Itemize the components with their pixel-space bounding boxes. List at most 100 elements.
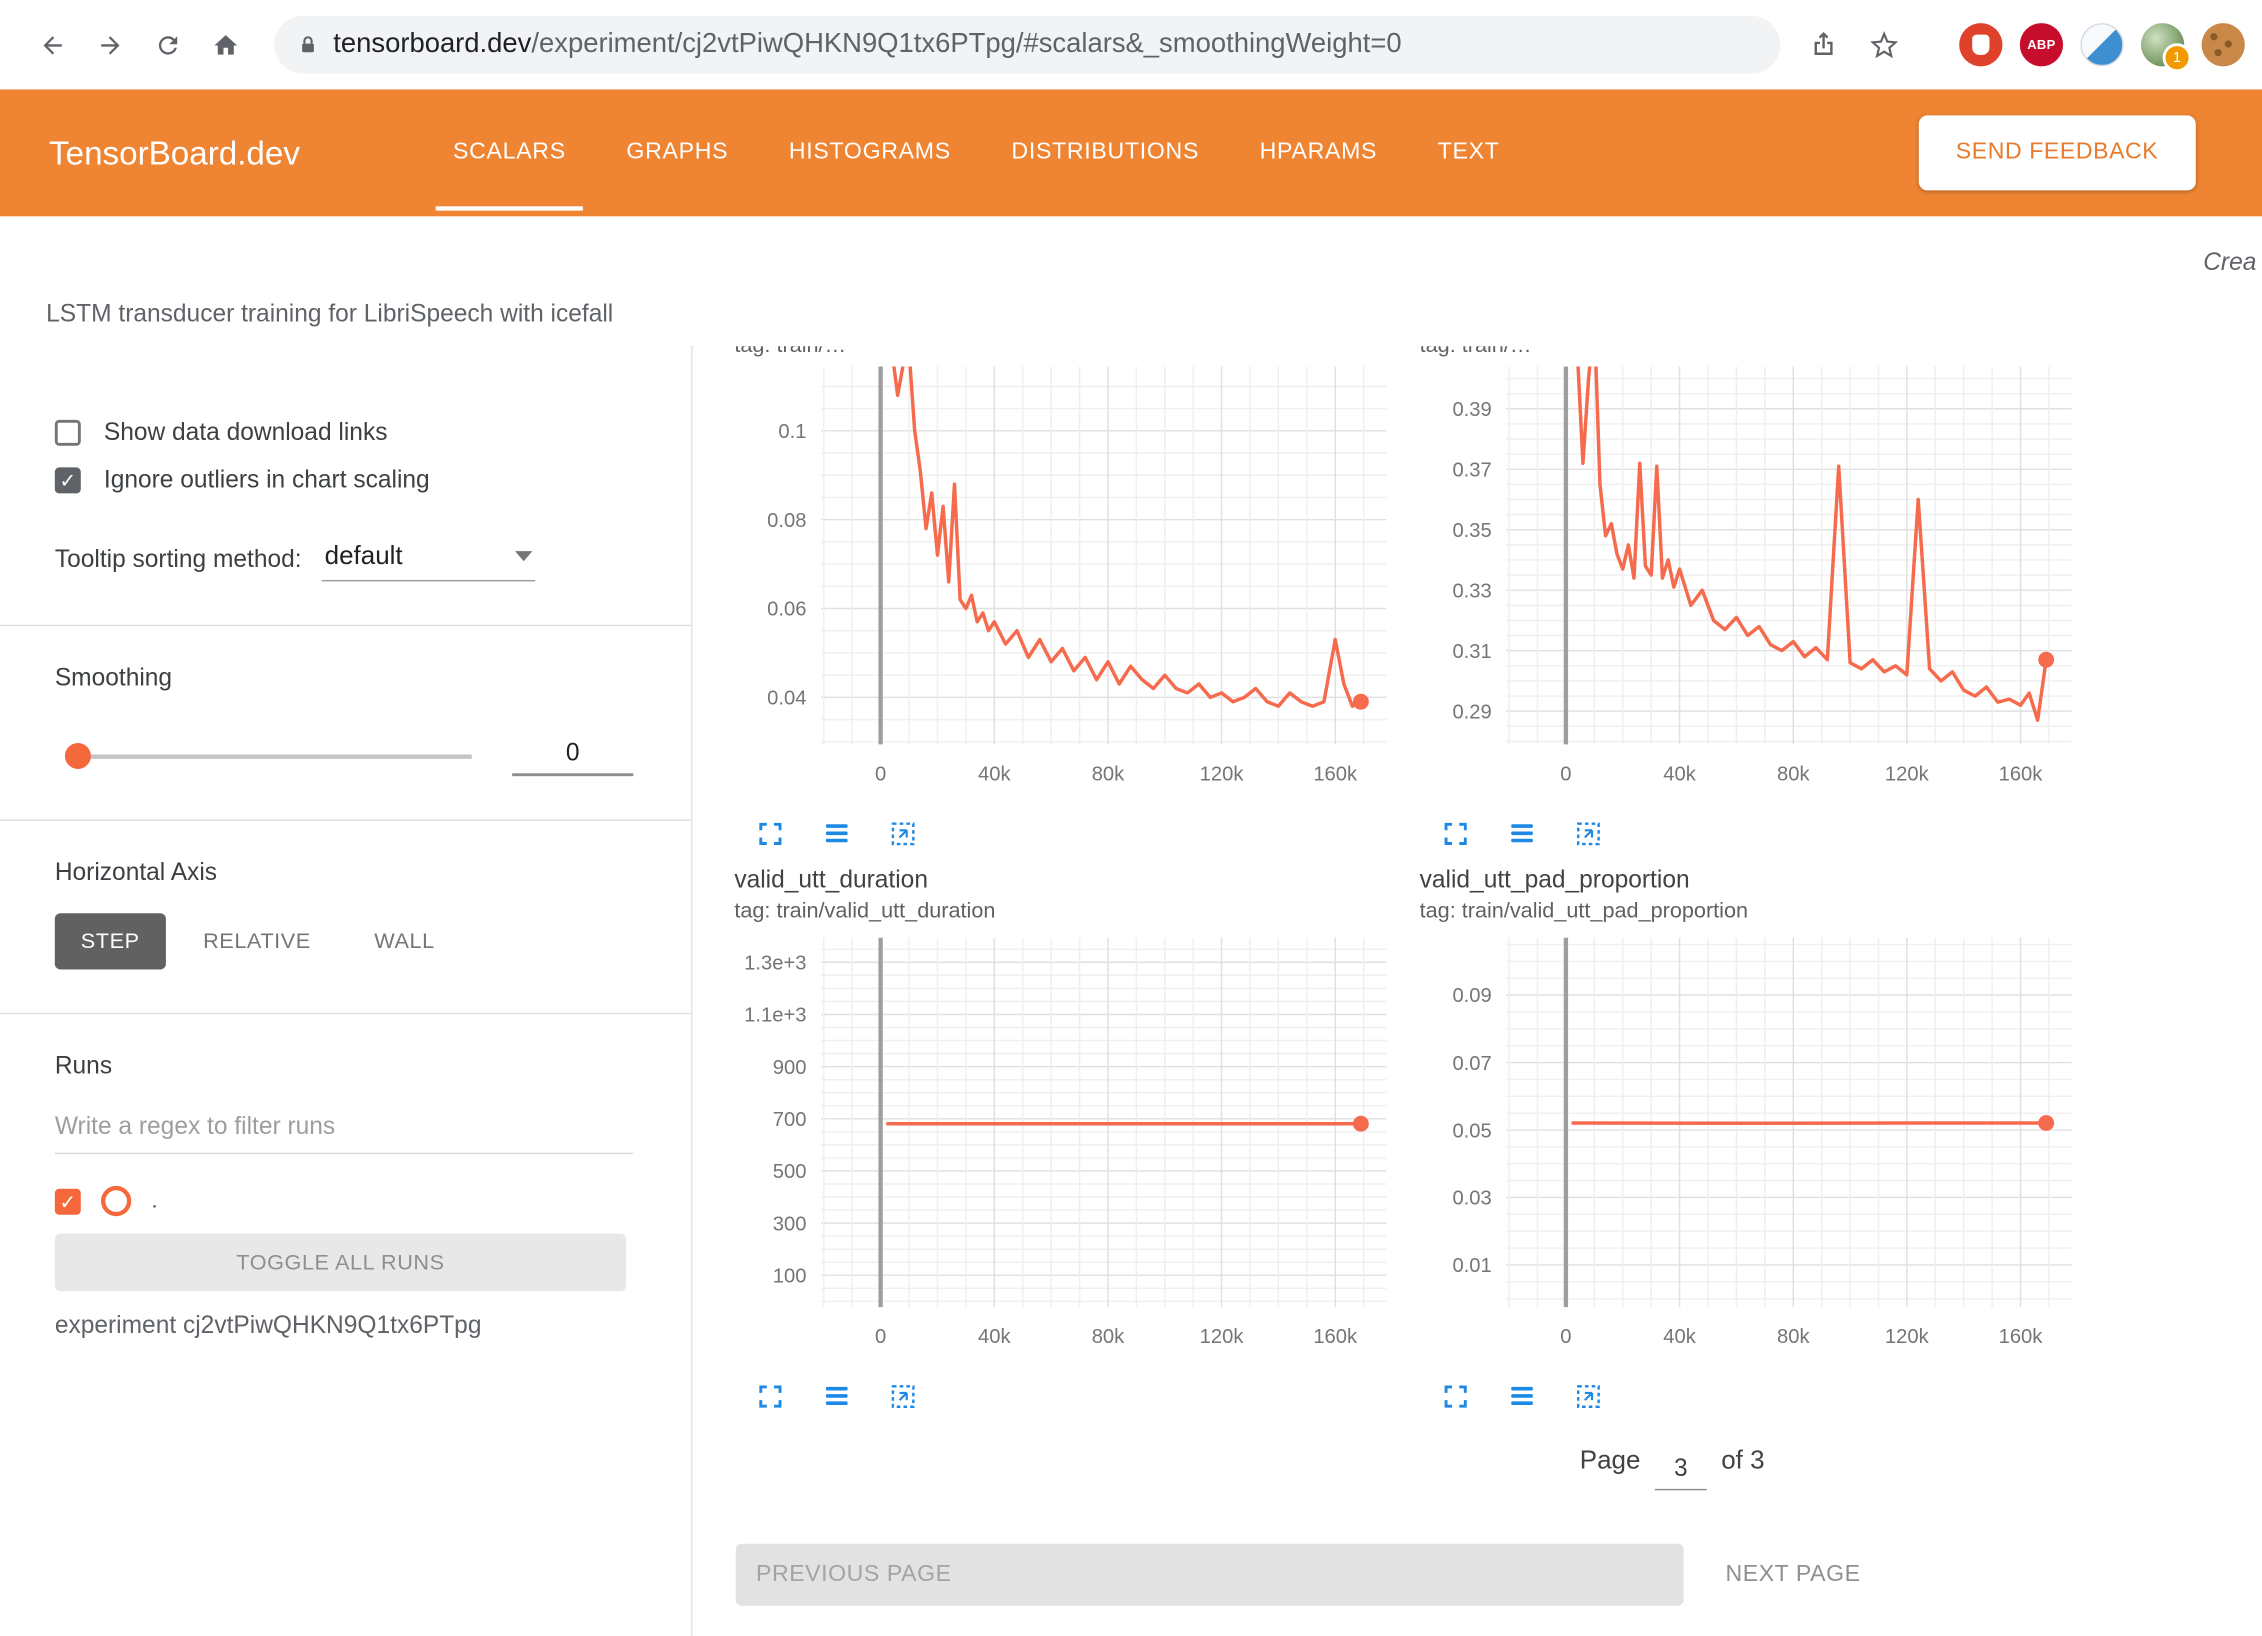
chart-actions bbox=[1437, 1378, 2089, 1416]
svg-text:40k: 40k bbox=[978, 764, 1011, 786]
smoothing-value-input[interactable] bbox=[512, 736, 633, 776]
smoothing-slider-thumb[interactable] bbox=[65, 742, 91, 768]
clipped-tag: tag: train/… bbox=[734, 346, 1403, 366]
fit-domain-icon[interactable] bbox=[884, 815, 922, 853]
axis-step-button[interactable]: STEP bbox=[55, 913, 166, 969]
horizontal-axis-buttons: STEP RELATIVE WALL bbox=[55, 913, 634, 969]
smoothing-slider[interactable] bbox=[69, 754, 472, 758]
svg-text:0.06: 0.06 bbox=[767, 599, 806, 621]
chart-title: valid_utt_pad_proportion bbox=[1420, 866, 2089, 895]
scalar-card-valid-utt-duration: valid_utt_duration tag: train/valid_utt_… bbox=[717, 866, 1404, 1416]
reload-icon[interactable] bbox=[138, 16, 196, 74]
tab-text[interactable]: TEXT bbox=[1418, 126, 1520, 181]
tab-hparams[interactable]: HPARAMS bbox=[1239, 126, 1397, 181]
browser-toolbar: tensorboard.dev/experiment/cj2vtPiwQHKN9… bbox=[0, 0, 2262, 89]
run-checkbox[interactable]: ✓ bbox=[55, 1188, 81, 1214]
screen: tensorboard.dev/experiment/cj2vtPiwQHKN9… bbox=[0, 0, 2262, 1636]
data-table-icon[interactable] bbox=[818, 815, 856, 853]
home-icon[interactable] bbox=[196, 16, 254, 74]
pagination: Page 3 of 3 bbox=[1580, 1446, 1765, 1484]
run-row: ✓ . bbox=[55, 1186, 634, 1216]
svg-text:80k: 80k bbox=[1777, 1326, 1810, 1348]
svg-text:160k: 160k bbox=[1313, 1326, 1358, 1348]
scalar-chart-4[interactable]: 0.010.030.050.070.09040k80k120k160k bbox=[1402, 929, 2080, 1356]
svg-text:0.01: 0.01 bbox=[1452, 1255, 1491, 1277]
cookie-extension-icon[interactable] bbox=[2202, 23, 2245, 66]
page-of-label: of 3 bbox=[1721, 1446, 1764, 1476]
svg-text:40k: 40k bbox=[1663, 1326, 1696, 1348]
url-text: tensorboard.dev/experiment/cj2vtPiwQHKN9… bbox=[333, 29, 1401, 61]
lock-icon bbox=[297, 34, 319, 56]
divider bbox=[0, 625, 691, 626]
scalar-card-1: tag: train/… 0.040.060.080.1040k80k120k1… bbox=[717, 346, 1404, 852]
chart-tag: tag: train/valid_utt_duration bbox=[734, 899, 1403, 924]
tab-scalars[interactable]: SCALARS bbox=[433, 126, 586, 181]
expand-icon[interactable] bbox=[752, 815, 790, 853]
chart-actions bbox=[1437, 815, 2089, 853]
forward-icon[interactable] bbox=[81, 16, 139, 74]
svg-text:160k: 160k bbox=[1999, 1326, 2044, 1348]
tab-distributions[interactable]: DISTRIBUTIONS bbox=[991, 126, 1219, 181]
data-table-icon[interactable] bbox=[1503, 815, 1541, 853]
svg-text:0.39: 0.39 bbox=[1452, 399, 1491, 421]
extensions-cluster: ABP 1 bbox=[1959, 23, 2262, 66]
brand-logo[interactable]: TensorBoard.dev bbox=[49, 89, 300, 216]
scalar-card-valid-utt-pad-proportion: valid_utt_pad_proportion tag: train/vali… bbox=[1402, 866, 2089, 1416]
data-table-icon[interactable] bbox=[818, 1378, 856, 1416]
show-download-checkbox[interactable] bbox=[55, 420, 81, 446]
url-bar[interactable]: tensorboard.dev/experiment/cj2vtPiwQHKN9… bbox=[274, 16, 1780, 74]
back-icon[interactable] bbox=[23, 16, 81, 74]
expand-icon[interactable] bbox=[1437, 815, 1475, 853]
ignore-outliers-checkbox[interactable]: ✓ bbox=[55, 467, 81, 493]
svg-text:1.3e+3: 1.3e+3 bbox=[744, 952, 806, 974]
data-table-icon[interactable] bbox=[1503, 1378, 1541, 1416]
scalar-chart-3[interactable]: 1003005007009001.1e+31.3e+3040k80k120k16… bbox=[717, 929, 1395, 1356]
svg-text:0.35: 0.35 bbox=[1452, 520, 1491, 542]
toggle-all-runs-button[interactable]: TOGGLE ALL RUNS bbox=[55, 1234, 626, 1292]
divider bbox=[0, 1013, 691, 1014]
adblock-extension-icon[interactable] bbox=[1959, 23, 2002, 66]
svg-text:500: 500 bbox=[773, 1161, 807, 1183]
page-number-input[interactable]: 3 bbox=[1655, 1454, 1707, 1490]
profile-avatar[interactable]: 1 bbox=[2141, 23, 2184, 66]
svg-text:0.29: 0.29 bbox=[1452, 701, 1491, 723]
show-download-links-row[interactable]: Show data download links bbox=[55, 418, 634, 447]
axis-relative-button[interactable]: RELATIVE bbox=[177, 913, 337, 969]
expand-icon[interactable] bbox=[1437, 1378, 1475, 1416]
runs-filter-input[interactable] bbox=[55, 1104, 634, 1154]
app-header: TensorBoard.dev SCALARS GRAPHS HISTOGRAM… bbox=[0, 89, 2262, 216]
next-page-button[interactable]: NEXT PAGE bbox=[1717, 1544, 1869, 1606]
previous-page-button[interactable]: PREVIOUS PAGE bbox=[736, 1544, 1684, 1606]
send-feedback-button[interactable]: SEND FEEDBACK bbox=[1918, 115, 2195, 190]
chart-title: valid_utt_duration bbox=[734, 866, 1403, 895]
svg-text:0.04: 0.04 bbox=[767, 688, 806, 710]
chart-actions bbox=[752, 1378, 1404, 1416]
abp-extension-icon[interactable]: ABP bbox=[2020, 23, 2063, 66]
ignore-outliers-row[interactable]: ✓ Ignore outliers in chart scaling bbox=[55, 466, 634, 495]
fit-domain-icon[interactable] bbox=[1570, 815, 1608, 853]
svg-text:700: 700 bbox=[773, 1109, 807, 1131]
svg-text:0.33: 0.33 bbox=[1452, 580, 1491, 602]
expand-icon[interactable] bbox=[752, 1378, 790, 1416]
url-domain: tensorboard.dev bbox=[333, 29, 531, 59]
svg-text:900: 900 bbox=[773, 1057, 807, 1079]
share-icon[interactable] bbox=[1798, 19, 1850, 71]
axis-wall-button[interactable]: WALL bbox=[348, 913, 460, 969]
fit-domain-icon[interactable] bbox=[884, 1378, 922, 1416]
svg-text:0.05: 0.05 bbox=[1452, 1120, 1491, 1142]
scalar-chart-1[interactable]: 0.040.060.080.1040k80k120k160k bbox=[717, 366, 1395, 793]
blue-extension-icon[interactable] bbox=[2080, 23, 2123, 66]
svg-text:0.31: 0.31 bbox=[1452, 641, 1491, 663]
tab-histograms[interactable]: HISTOGRAMS bbox=[769, 126, 971, 181]
fit-domain-icon[interactable] bbox=[1570, 1378, 1608, 1416]
profile-badge: 1 bbox=[2163, 43, 2192, 72]
svg-text:300: 300 bbox=[773, 1213, 807, 1235]
page-label: Page bbox=[1580, 1446, 1641, 1476]
scalar-chart-2[interactable]: 0.290.310.330.350.370.39040k80k120k160k bbox=[1402, 366, 2080, 793]
tab-graphs[interactable]: GRAPHS bbox=[606, 126, 748, 181]
bookmark-star-icon[interactable] bbox=[1858, 19, 1910, 71]
svg-text:0.08: 0.08 bbox=[767, 510, 806, 532]
svg-text:0.03: 0.03 bbox=[1452, 1188, 1491, 1210]
tooltip-sort-select[interactable]: default bbox=[322, 541, 536, 581]
run-color-swatch bbox=[101, 1186, 131, 1216]
